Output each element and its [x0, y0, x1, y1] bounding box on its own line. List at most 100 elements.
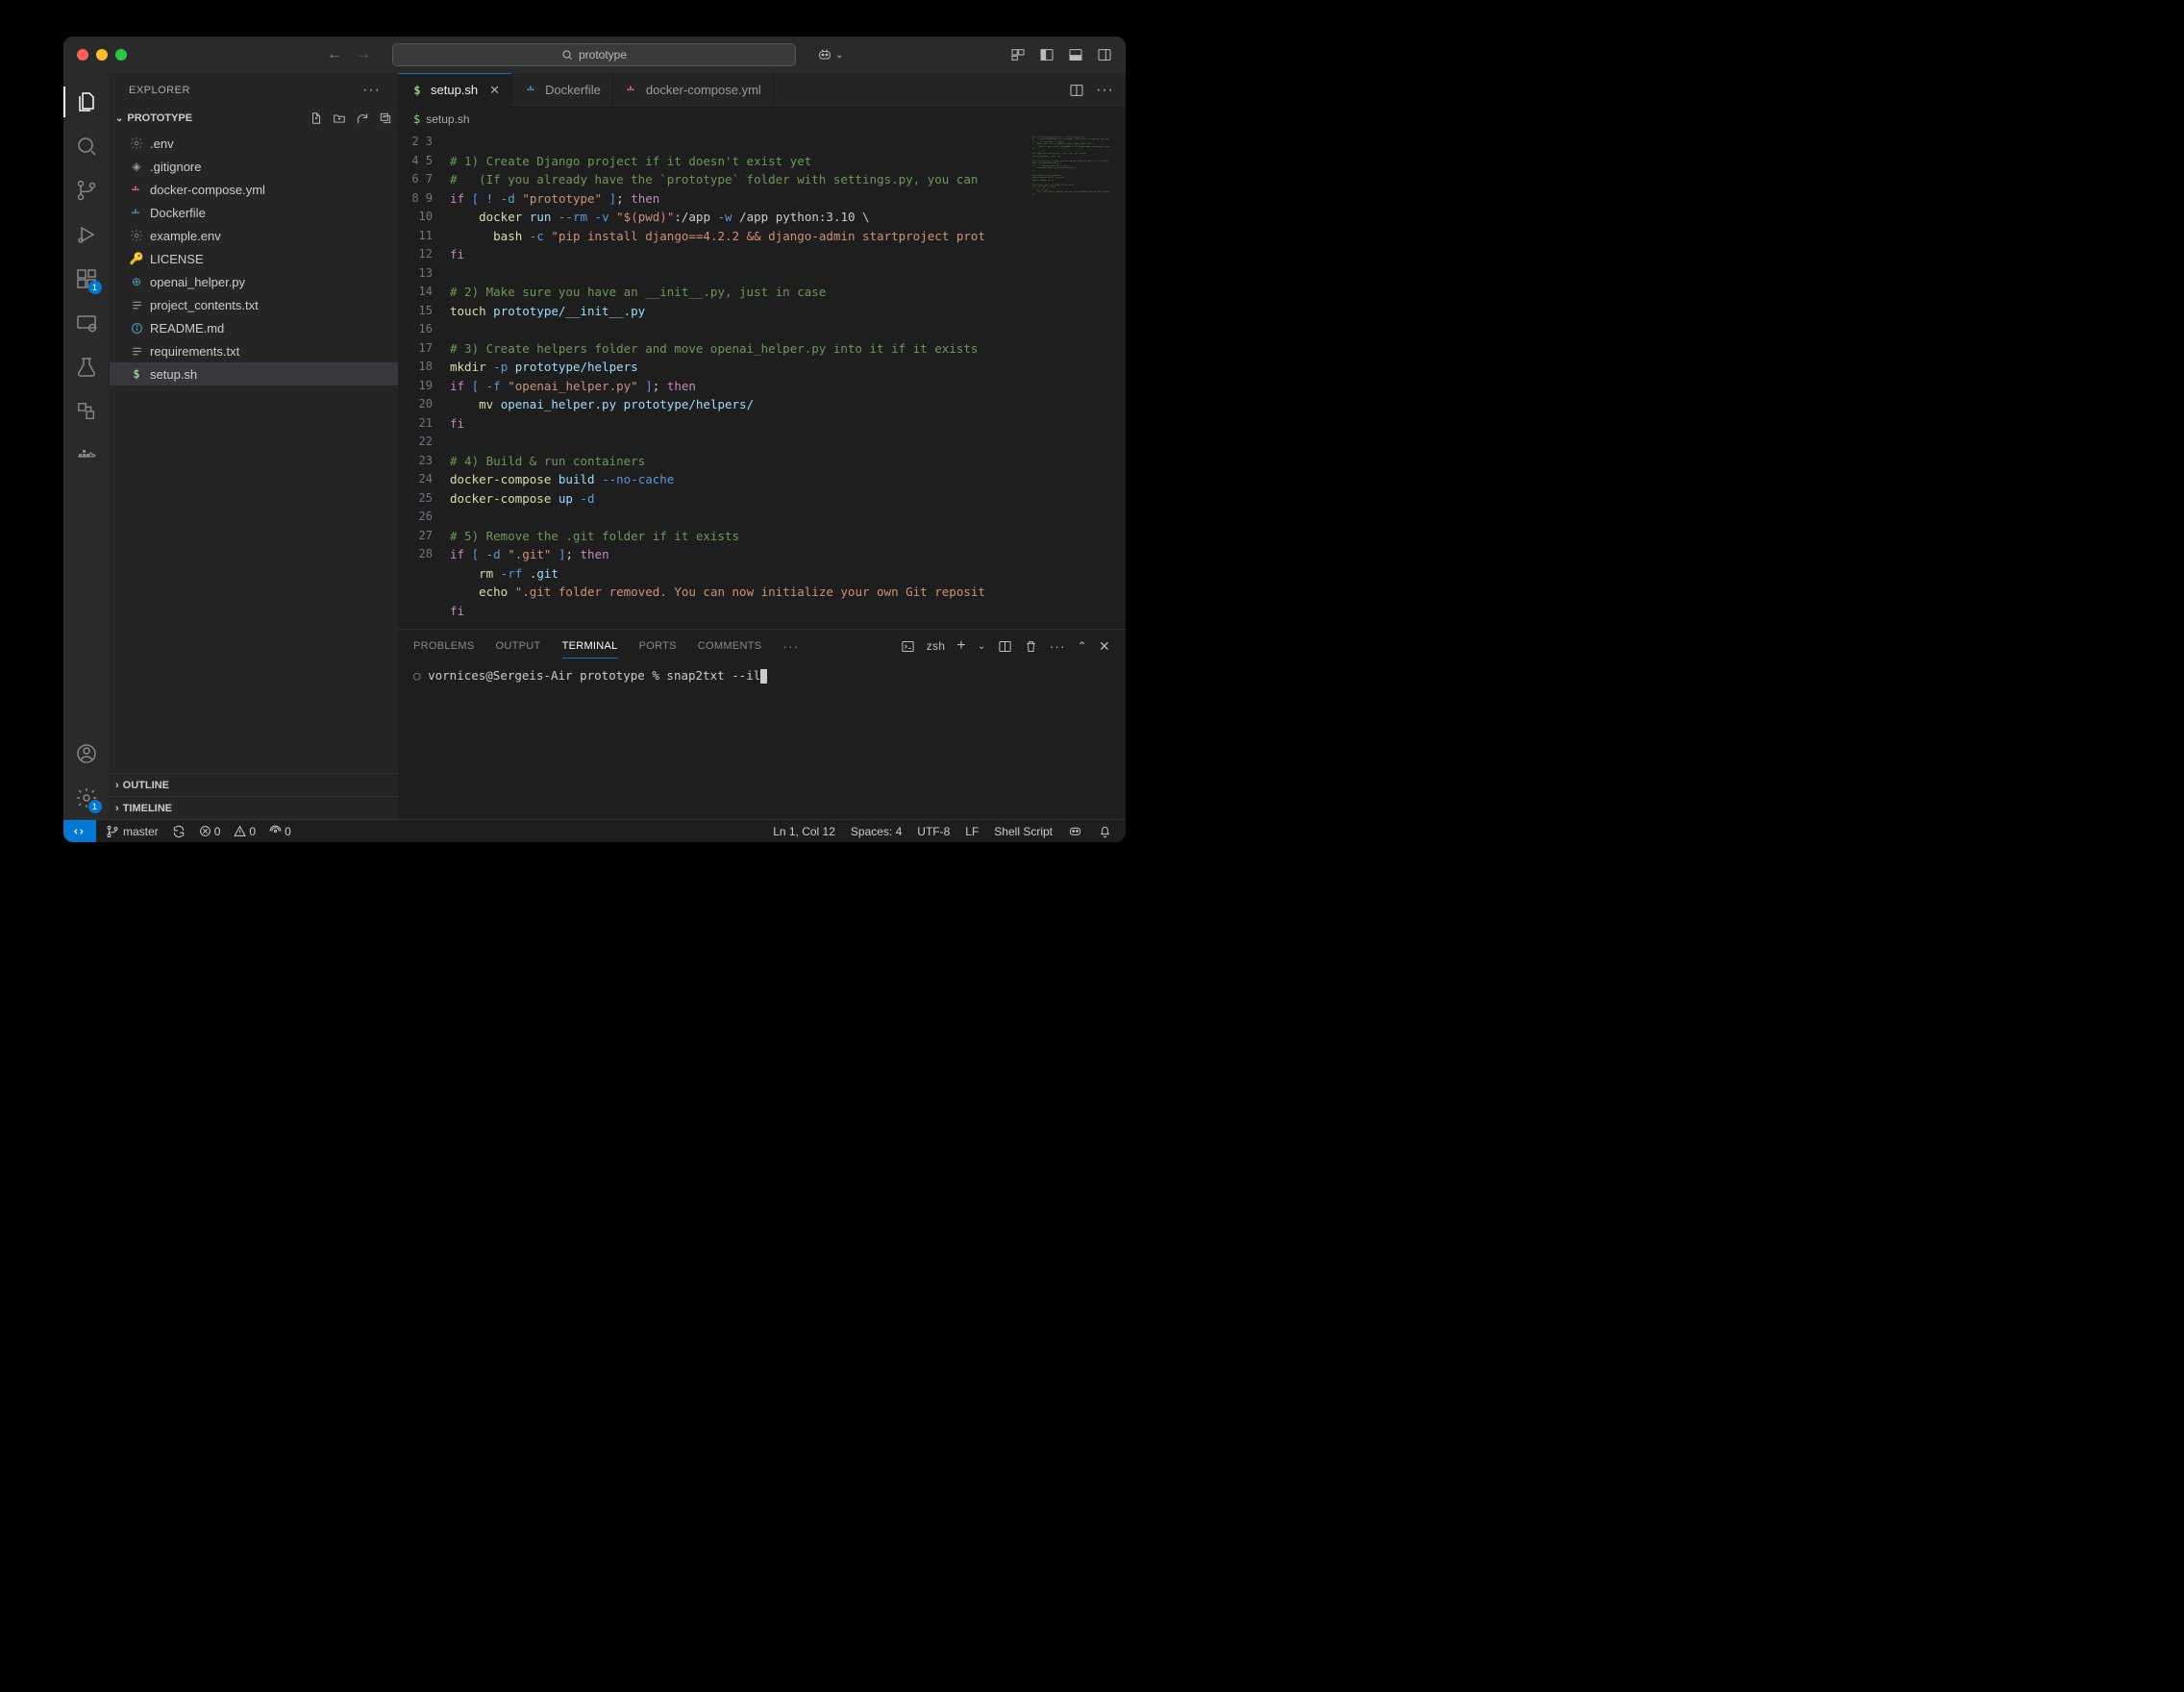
chevron-down-icon[interactable]: ⌄	[978, 641, 986, 652]
errors-indicator[interactable]: 0	[199, 825, 221, 838]
activity-search[interactable]	[63, 125, 110, 167]
nav-forward-icon[interactable]: →	[356, 46, 371, 63]
search-icon	[561, 49, 573, 61]
activity-explorer[interactable]	[63, 81, 110, 123]
file-item[interactable]: .env	[110, 132, 398, 155]
activity-testing[interactable]	[63, 346, 110, 388]
py-icon: ⊕	[129, 274, 144, 289]
maximize-window[interactable]	[115, 49, 127, 61]
command-center[interactable]: prototype	[392, 43, 796, 66]
new-file-icon[interactable]	[310, 112, 323, 125]
tab-label: docker-compose.yml	[646, 83, 761, 97]
minimize-window[interactable]	[96, 49, 108, 61]
panel-tab-output[interactable]: OUTPUT	[496, 640, 541, 652]
terminal-launch-icon[interactable]	[901, 639, 915, 654]
toggle-sidebar-icon[interactable]	[1039, 47, 1055, 62]
panel-tab-problems[interactable]: PROBLEMS	[413, 640, 475, 652]
titlebar-actions	[1010, 47, 1112, 62]
shell-name[interactable]: zsh	[927, 639, 946, 653]
sync-icon[interactable]	[172, 825, 186, 838]
info-icon	[129, 320, 144, 336]
eol[interactable]: LF	[965, 825, 979, 838]
docker-icon	[524, 83, 539, 98]
cert-icon: 🔑	[129, 251, 144, 266]
file-item[interactable]: README.md	[110, 316, 398, 339]
nav-back-icon[interactable]: ←	[327, 46, 342, 63]
encoding[interactable]: UTF-8	[917, 825, 950, 838]
activity-account[interactable]	[63, 733, 110, 775]
activity-source-control[interactable]	[63, 169, 110, 212]
file-name: project_contents.txt	[150, 298, 259, 312]
new-folder-icon[interactable]	[333, 112, 346, 125]
panel-tab-ports[interactable]: PORTS	[639, 640, 677, 652]
file-item[interactable]: project_contents.txt	[110, 293, 398, 316]
file-item[interactable]: ⊕openai_helper.py	[110, 270, 398, 293]
split-editor-icon[interactable]	[1069, 83, 1084, 98]
settings-badge: 1	[88, 800, 102, 813]
file-item[interactable]: $setup.sh	[110, 362, 398, 386]
file-item[interactable]: example.env	[110, 224, 398, 247]
close-window[interactable]	[77, 49, 88, 61]
file-item[interactable]: 🔑LICENSE	[110, 247, 398, 270]
activity-docker[interactable]	[63, 435, 110, 477]
file-item[interactable]: docker-compose.yml	[110, 178, 398, 201]
editor-tab[interactable]: $setup.sh✕	[398, 73, 512, 107]
branch-indicator[interactable]: master	[106, 825, 159, 838]
references-icon	[76, 401, 97, 422]
panel-more-actions-icon[interactable]: ···	[1050, 638, 1066, 654]
folder-header[interactable]: ⌄ PROTOTYPE	[110, 107, 398, 130]
activity-run-debug[interactable]	[63, 213, 110, 256]
file-item[interactable]: ◈.gitignore	[110, 155, 398, 178]
remote-icon	[73, 825, 87, 838]
editor-content[interactable]: 2 3 4 5 6 7 8 9 10 11 12 13 14 15 16 17 …	[398, 131, 1126, 629]
outline-section[interactable]: › OUTLINE	[110, 773, 398, 796]
editor-tab[interactable]: docker-compose.yml	[613, 73, 774, 107]
activity-settings[interactable]: 1	[63, 777, 110, 819]
trash-icon[interactable]	[1024, 639, 1038, 654]
copilot-button[interactable]: ⌄	[817, 47, 843, 62]
panel-tab-comments[interactable]: COMMENTS	[698, 640, 762, 652]
panel-tab-terminal[interactable]: TERMINAL	[562, 640, 618, 659]
editor-more-icon[interactable]: ···	[1096, 82, 1114, 99]
cursor-position[interactable]: Ln 1, Col 12	[773, 825, 835, 838]
broadcast-icon	[269, 825, 282, 837]
toggle-panel-icon[interactable]	[1068, 47, 1083, 62]
refresh-icon[interactable]	[356, 112, 369, 125]
remote-button[interactable]	[63, 820, 96, 843]
titlebar: ← → prototype ⌄	[63, 37, 1126, 73]
minimap[interactable]: # 1) Create Django project if it doesn't…	[1030, 131, 1126, 629]
collapse-all-icon[interactable]	[379, 112, 392, 125]
indentation[interactable]: Spaces: 4	[851, 825, 902, 838]
activity-references[interactable]	[63, 390, 110, 433]
activity-extensions[interactable]: 1	[63, 258, 110, 300]
new-terminal-icon[interactable]: +	[956, 637, 966, 655]
warnings-indicator[interactable]: 0	[234, 825, 256, 838]
copilot-status-icon[interactable]	[1068, 824, 1082, 838]
terminal-body[interactable]: ○ vornices@Sergeis-Air prototype % snap2…	[398, 662, 1126, 819]
layout-customization-icon[interactable]	[1010, 47, 1026, 62]
timeline-section[interactable]: › TIMELINE	[110, 796, 398, 819]
activity-remote-explorer[interactable]	[63, 302, 110, 344]
file-name: requirements.txt	[150, 344, 239, 359]
gear-icon	[129, 228, 144, 243]
files-icon	[75, 90, 98, 113]
code-text[interactable]: # 1) Create Django project if it doesn't…	[450, 131, 1030, 629]
close-panel-icon[interactable]: ✕	[1099, 638, 1110, 655]
split-terminal-icon[interactable]	[998, 639, 1012, 654]
chevron-up-icon[interactable]: ⌃	[1078, 639, 1087, 653]
close-tab-icon[interactable]: ✕	[489, 83, 500, 98]
terminal-prompt: vornices@Sergeis-Air prototype %	[428, 668, 666, 683]
file-item[interactable]: Dockerfile	[110, 201, 398, 224]
bell-icon[interactable]	[1098, 824, 1112, 838]
breadcrumb[interactable]: $ setup.sh	[398, 108, 1126, 131]
panel-more-icon[interactable]: ···	[782, 638, 799, 654]
editor-tab[interactable]: Dockerfile	[512, 73, 613, 107]
ports-indicator[interactable]: 0	[269, 825, 291, 838]
folder-actions	[310, 112, 392, 125]
file-name: .env	[150, 137, 174, 151]
file-item[interactable]: requirements.txt	[110, 339, 398, 362]
explorer-more-icon[interactable]: ···	[362, 82, 381, 99]
chevron-down-icon: ⌄	[115, 113, 123, 124]
toggle-secondary-sidebar-icon[interactable]	[1097, 47, 1112, 62]
language-mode[interactable]: Shell Script	[994, 825, 1053, 838]
